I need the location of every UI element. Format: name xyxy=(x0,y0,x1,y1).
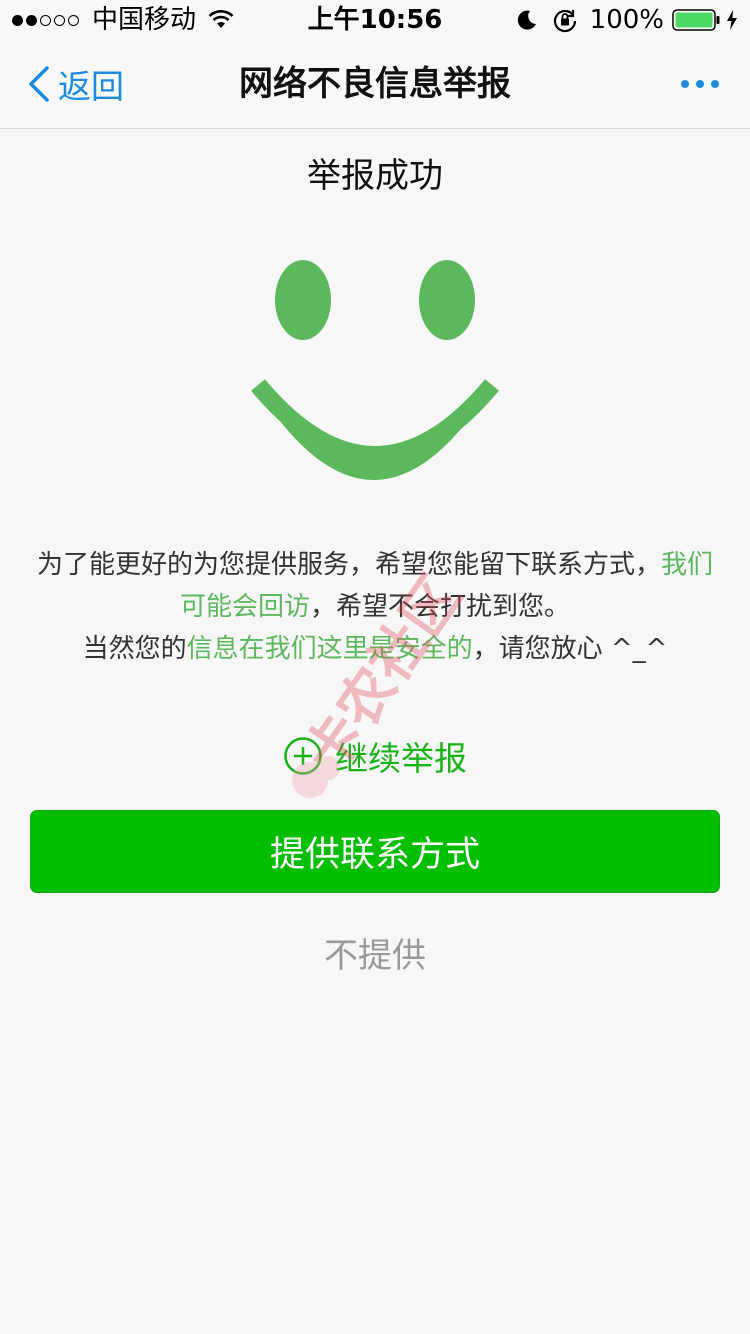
status-bar: 中国移动 上午10:56 100% xyxy=(0,0,750,40)
smiley-icon xyxy=(251,260,499,480)
continue-report-link[interactable]: 继续举报 xyxy=(0,732,750,780)
message-text: ，希望不会打扰到您。 xyxy=(310,592,571,622)
message-line-3: 当然您的信息在我们这里是安全的，请您放心 ^_^ xyxy=(0,628,750,670)
message-line-2: 可能会回访，希望不会打扰到您。 xyxy=(0,586,750,628)
page-title: 网络不良信息举报 xyxy=(239,64,511,104)
message-highlight: 信息在我们这里是安全的 xyxy=(186,634,473,664)
plus-circle-icon xyxy=(284,737,322,775)
rotation-lock-icon xyxy=(553,9,576,33)
provide-contact-button[interactable]: 提供联系方式 xyxy=(30,810,720,893)
message-line-1: 为了能更好的为您提供服务，希望您能留下联系方式，我们 xyxy=(0,544,750,586)
message-text: 当然您的 xyxy=(82,634,187,664)
moon-icon xyxy=(517,10,536,30)
success-title: 举报成功 xyxy=(307,156,443,196)
continue-report-label: 继续举报 xyxy=(335,739,467,778)
message-text: ，请您放心 ^_^ xyxy=(472,634,668,664)
battery-percentage: 100% xyxy=(589,5,664,35)
more-button[interactable] xyxy=(680,40,720,128)
battery-icon xyxy=(672,9,720,31)
screen: 中国移动 上午10:56 100% 返回 网络不良信息举报 举报成功 为了能更好… xyxy=(0,0,750,1334)
nav-bar: 返回 网络不良信息举报 xyxy=(0,40,750,129)
message-text: 为了能更好的为您提供服务，希望您能留下联系方式， xyxy=(36,550,661,580)
decline-button[interactable]: 不提供 xyxy=(0,928,750,977)
message-highlight: 可能会回访 xyxy=(179,592,310,622)
more-icon xyxy=(681,80,719,88)
message-highlight: 我们 xyxy=(661,550,714,580)
status-right: 100% xyxy=(516,0,738,40)
charging-icon xyxy=(727,10,737,30)
info-message: 为了能更好的为您提供服务，希望您能留下联系方式，我们 可能会回访，希望不会打扰到… xyxy=(0,544,750,670)
